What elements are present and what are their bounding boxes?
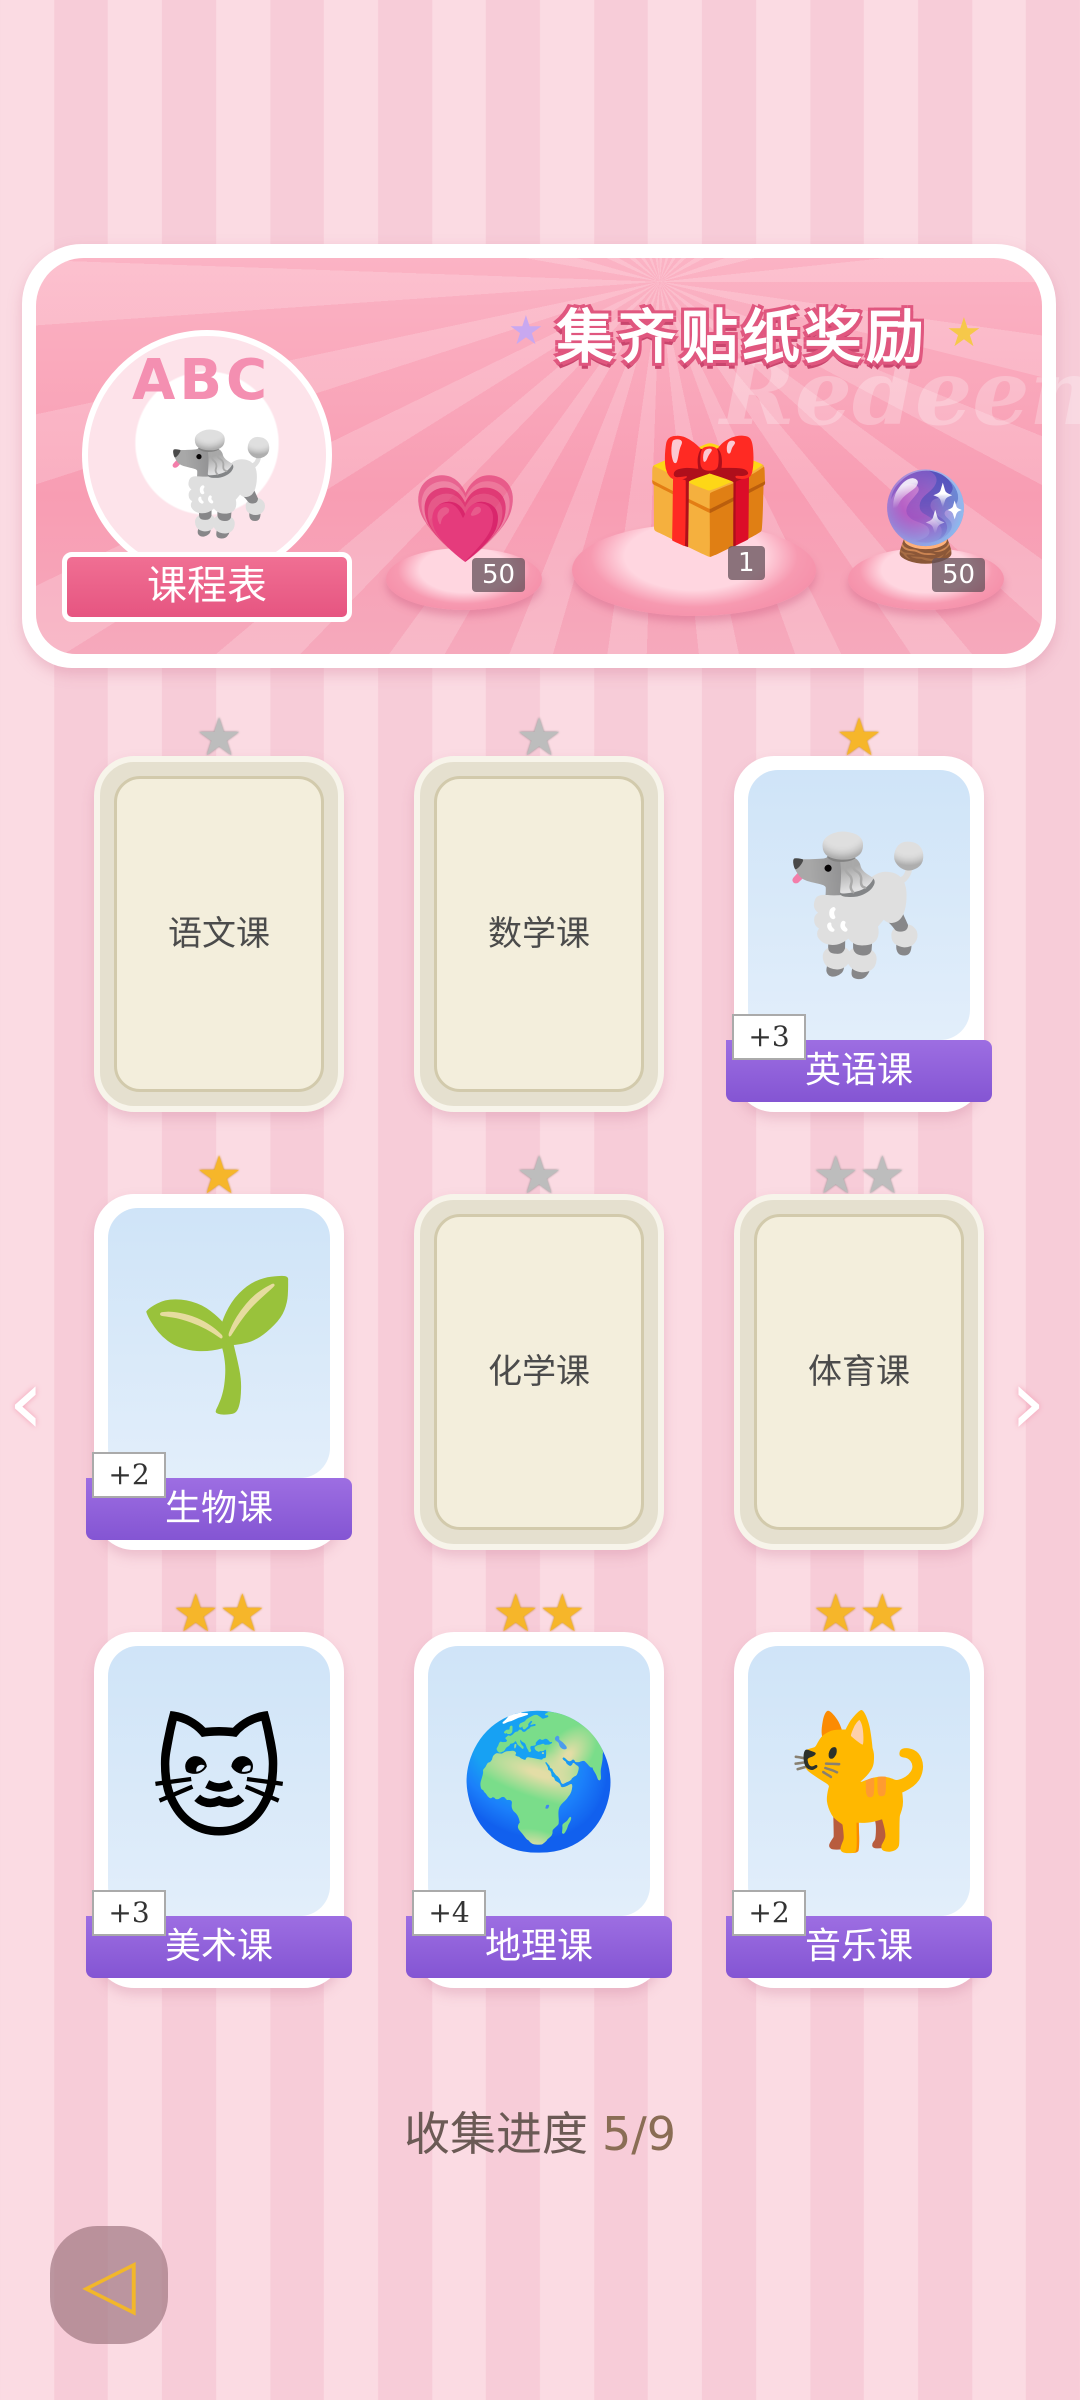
reward-count: 50 bbox=[932, 558, 986, 592]
card-illustration-icon: 🌱 bbox=[108, 1208, 330, 1478]
collection-progress: 收集进度 5/9 bbox=[0, 2098, 1080, 2164]
reward-count: 1 bbox=[728, 546, 765, 580]
card-illustration-icon: 🐱 bbox=[108, 1646, 330, 1916]
next-page-arrow-icon[interactable]: › bbox=[1010, 1350, 1046, 1455]
energy-orb-icon[interactable]: 🔮 bbox=[872, 466, 979, 567]
reward-count: 50 bbox=[472, 558, 526, 592]
star-icon: ★ bbox=[508, 308, 544, 354]
pink-heart-gem-icon[interactable]: 💗 bbox=[412, 468, 519, 569]
gift-box-icon[interactable]: 🎁 bbox=[640, 432, 777, 561]
prev-page-arrow-icon[interactable]: ‹ bbox=[8, 1350, 44, 1455]
sticker-card[interactable]: ★★ 🐱 美术课 +3 bbox=[86, 1586, 352, 1988]
card-illustration-icon: 🐩 bbox=[748, 770, 970, 1040]
card-name: 化学课 bbox=[488, 1352, 590, 1392]
abc-letters: ABC bbox=[132, 348, 272, 413]
back-button[interactable]: ◁ bbox=[50, 2226, 168, 2344]
dog-reading-icon: 🐩 bbox=[162, 428, 282, 540]
sticker-card[interactable]: ★ 化学课 bbox=[414, 1148, 664, 1550]
card-illustration-icon: 🐈 bbox=[748, 1646, 970, 1916]
sticker-card[interactable]: ★ 语文课 bbox=[94, 710, 344, 1112]
sticker-card[interactable]: ★ 🐩 英语课 +3 bbox=[726, 710, 992, 1112]
bonus-badge: +3 bbox=[732, 1014, 806, 1060]
sticker-card[interactable]: ★★ 🐈 音乐课 +2 bbox=[726, 1586, 992, 1988]
sticker-card[interactable]: ★★ 🌍 地理课 +4 bbox=[406, 1586, 672, 1988]
sticker-card[interactable]: ★ 数学课 bbox=[414, 710, 664, 1112]
progress-label: 收集进度 bbox=[403, 2107, 588, 2161]
sticker-card[interactable]: ★★ 体育课 bbox=[734, 1148, 984, 1550]
timetable-label: 课程表 bbox=[62, 552, 352, 622]
star-icon: ★ bbox=[946, 310, 982, 356]
bonus-badge: +2 bbox=[92, 1452, 166, 1498]
card-illustration-icon: 🌍 bbox=[428, 1646, 650, 1916]
card-name: 语文课 bbox=[168, 914, 270, 954]
card-name: 体育课 bbox=[808, 1352, 910, 1392]
bonus-badge: +3 bbox=[92, 1890, 166, 1936]
bonus-badge: +4 bbox=[412, 1890, 486, 1936]
bonus-badge: +2 bbox=[732, 1890, 806, 1936]
sticker-card[interactable]: ★ 🌱 生物课 +2 bbox=[86, 1148, 352, 1550]
card-name: 数学课 bbox=[488, 914, 590, 954]
timetable-button[interactable]: ABC 🐩 课程表 bbox=[62, 330, 352, 622]
back-arrow-icon: ◁ bbox=[82, 2242, 136, 2324]
banner-title: 集齐贴纸奖励 bbox=[556, 303, 929, 371]
progress-value: 5/9 bbox=[601, 2107, 677, 2161]
